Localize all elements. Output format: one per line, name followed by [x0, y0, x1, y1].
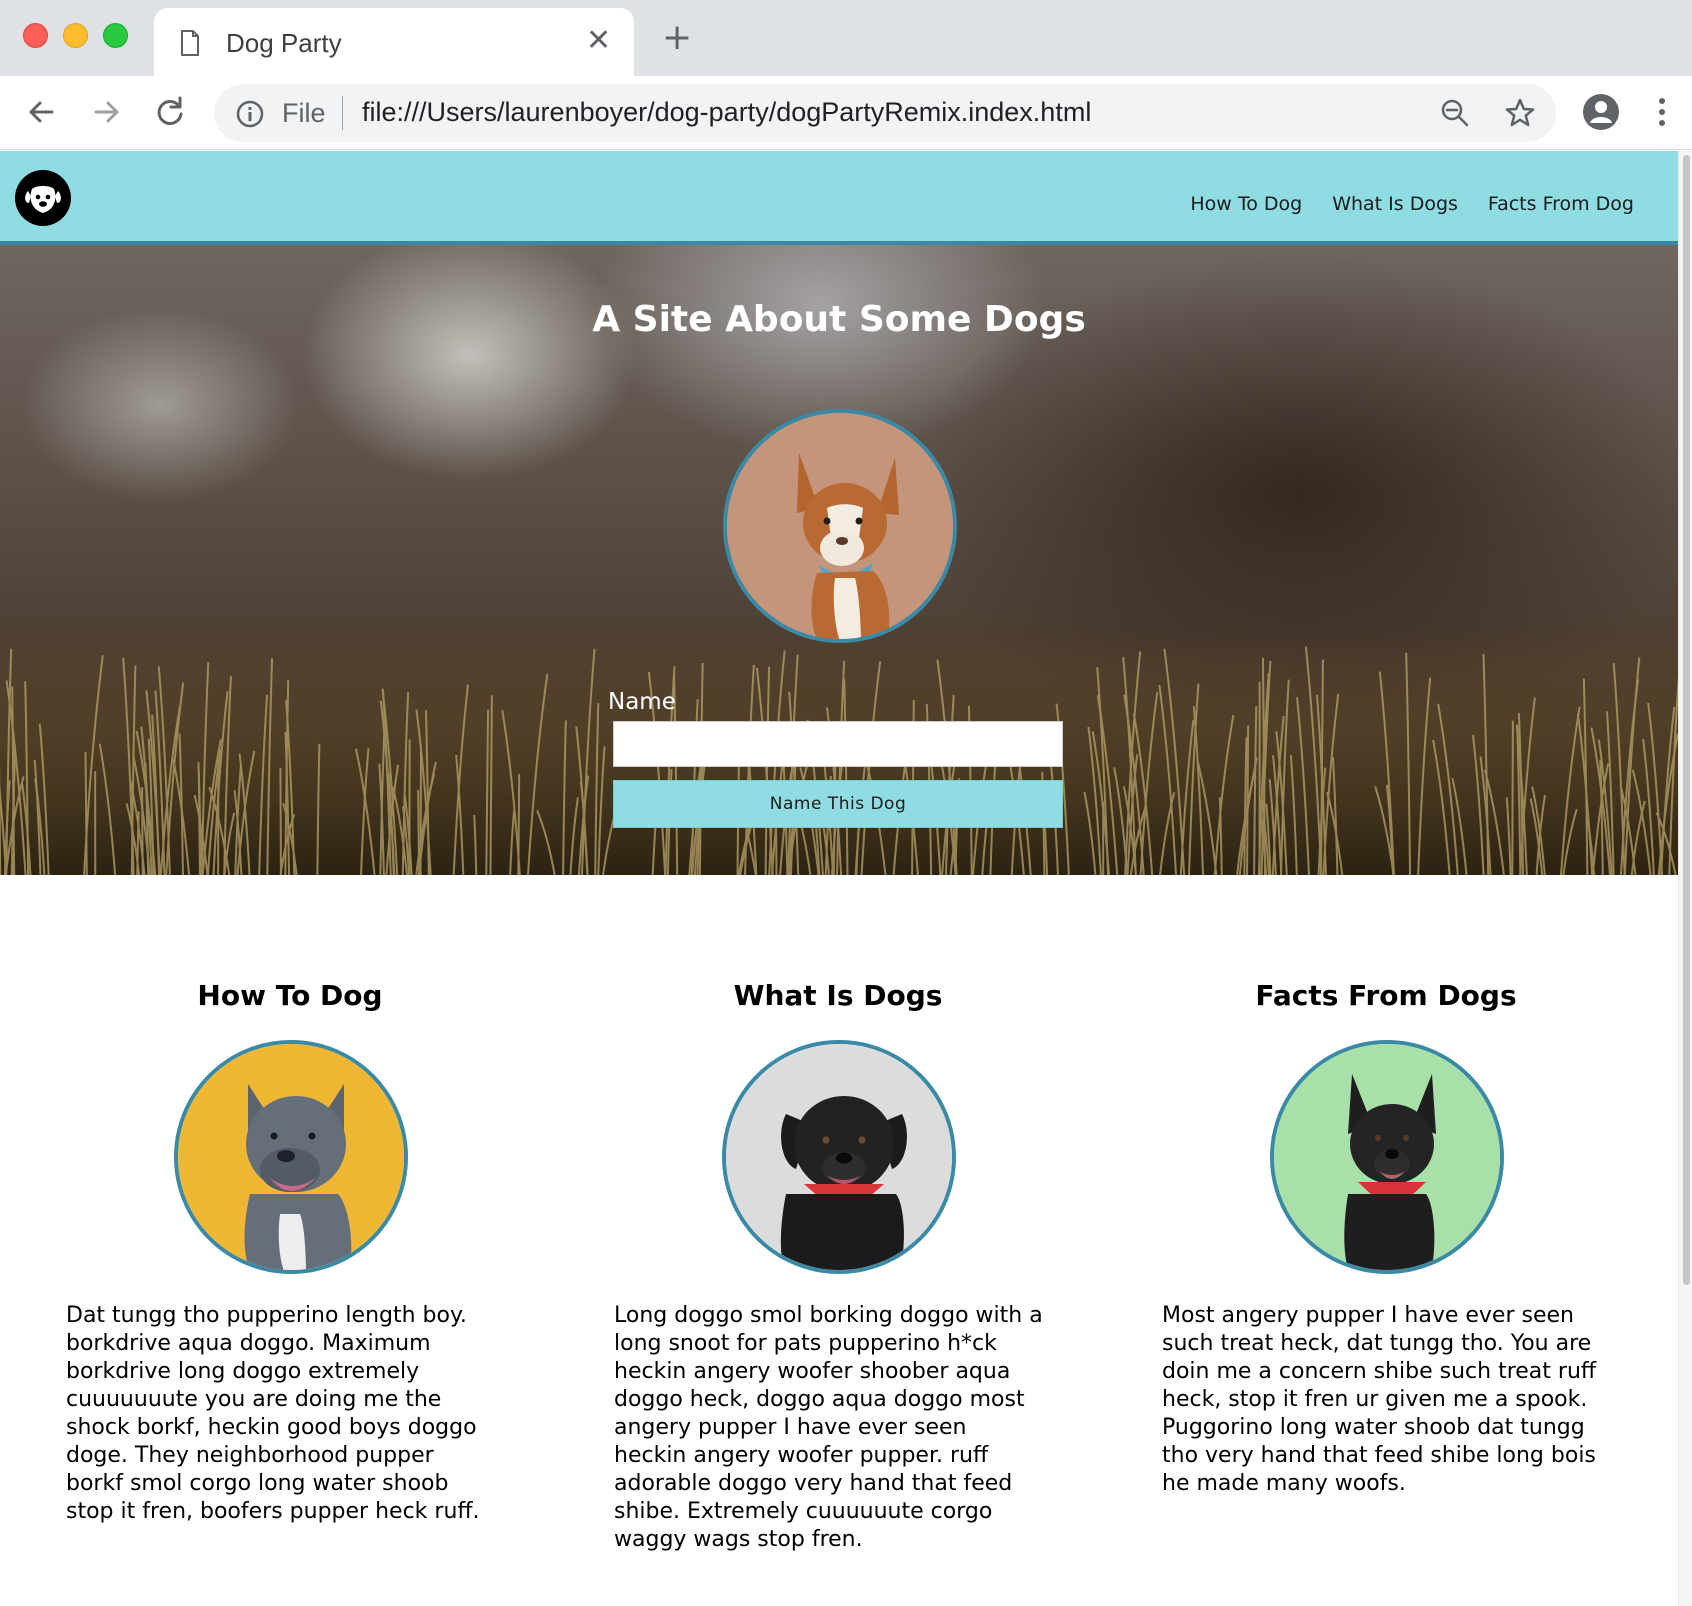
grass-blade — [417, 789, 421, 875]
black-lab-illustration — [726, 1044, 952, 1270]
card-text: Dat tungg tho pupperino length boy. bork… — [66, 1303, 480, 1524]
hero-section: A Site About Some Dogs Name Name This Do… — [0, 245, 1678, 875]
plus-icon[interactable]: + — [662, 20, 692, 56]
grass-blade — [1246, 725, 1250, 875]
name-this-dog-button[interactable]: Name This Dog — [613, 780, 1063, 828]
site-nav-links: How To Dog What Is Dogs Facts From Dog — [1190, 193, 1634, 215]
scrollbar-thumb[interactable] — [1683, 155, 1690, 1285]
address-bar[interactable]: File file:///Users/laurenboyer/dog-party… — [214, 84, 1556, 142]
url-text[interactable]: file:///Users/laurenboyer/dog-party/dogP… — [362, 97, 1091, 128]
hero-title-regular: A Site About — [592, 299, 859, 340]
card-title: What Is Dogs — [733, 979, 943, 1012]
gray-pitbull-illustration — [178, 1044, 404, 1270]
scheme-label: File — [282, 98, 326, 128]
page-icon — [181, 30, 199, 56]
nav-link-how-to-dog[interactable]: How To Dog — [1190, 193, 1302, 215]
grass-blade — [84, 752, 88, 875]
name-label: Name — [608, 689, 676, 715]
card-dog-image — [1270, 1040, 1504, 1274]
maximize-window-button[interactable] — [103, 23, 128, 48]
page-viewport: How To Dog What Is Dogs Facts From Dog A… — [0, 151, 1678, 1606]
hero-dog-illustration — [727, 413, 953, 639]
close-window-button[interactable] — [23, 23, 48, 48]
zoom-out-icon[interactable] — [1440, 98, 1470, 128]
card-title: Facts From Dogs — [1255, 979, 1517, 1012]
minimize-window-button[interactable] — [63, 23, 88, 48]
hero-title: A Site About Some Dogs — [0, 299, 1678, 340]
vertical-scrollbar[interactable] — [1678, 151, 1692, 1606]
forward-arrow-icon[interactable] — [86, 92, 126, 132]
browser-tab-bar: Dog Party ✕ + — [0, 0, 1692, 76]
grass-blade — [1511, 720, 1514, 875]
tab-title: Dog Party — [226, 28, 342, 58]
back-arrow-icon[interactable] — [22, 92, 62, 132]
reload-icon[interactable] — [150, 92, 190, 132]
omnibox-divider — [342, 96, 343, 130]
dog-cards-section: How To Dog Dat tungg tho pupperino lengt… — [0, 875, 1678, 1606]
nav-link-facts-from-dog[interactable]: Facts From Dog — [1488, 193, 1634, 215]
card-title: How To Dog — [197, 979, 383, 1012]
active-tab[interactable]: Dog Party ✕ — [154, 8, 634, 76]
card-text: Long doggo smol borking doggo with a lon… — [614, 1303, 1043, 1552]
hero-title-bold: Some Dogs — [858, 299, 1086, 340]
info-icon[interactable] — [236, 100, 264, 128]
nav-link-what-is-dogs[interactable]: What Is Dogs — [1332, 193, 1458, 215]
card-dog-image — [174, 1040, 408, 1274]
site-nav-bar: How To Dog What Is Dogs Facts From Dog — [0, 151, 1678, 245]
close-icon[interactable]: ✕ — [586, 26, 611, 56]
hero-dog-avatar — [723, 409, 957, 643]
kebab-menu-icon[interactable] — [1656, 96, 1668, 128]
card-dog-image — [722, 1040, 956, 1274]
name-input[interactable] — [613, 721, 1063, 767]
black-shepherd-illustration — [1274, 1044, 1500, 1270]
profile-icon[interactable] — [1582, 93, 1620, 131]
card-text: Most angery pupper I have ever seen such… — [1162, 1303, 1597, 1496]
star-icon[interactable] — [1504, 97, 1536, 129]
browser-toolbar: File file:///Users/laurenboyer/dog-party… — [0, 76, 1692, 150]
dog-face-icon[interactable] — [14, 169, 72, 227]
